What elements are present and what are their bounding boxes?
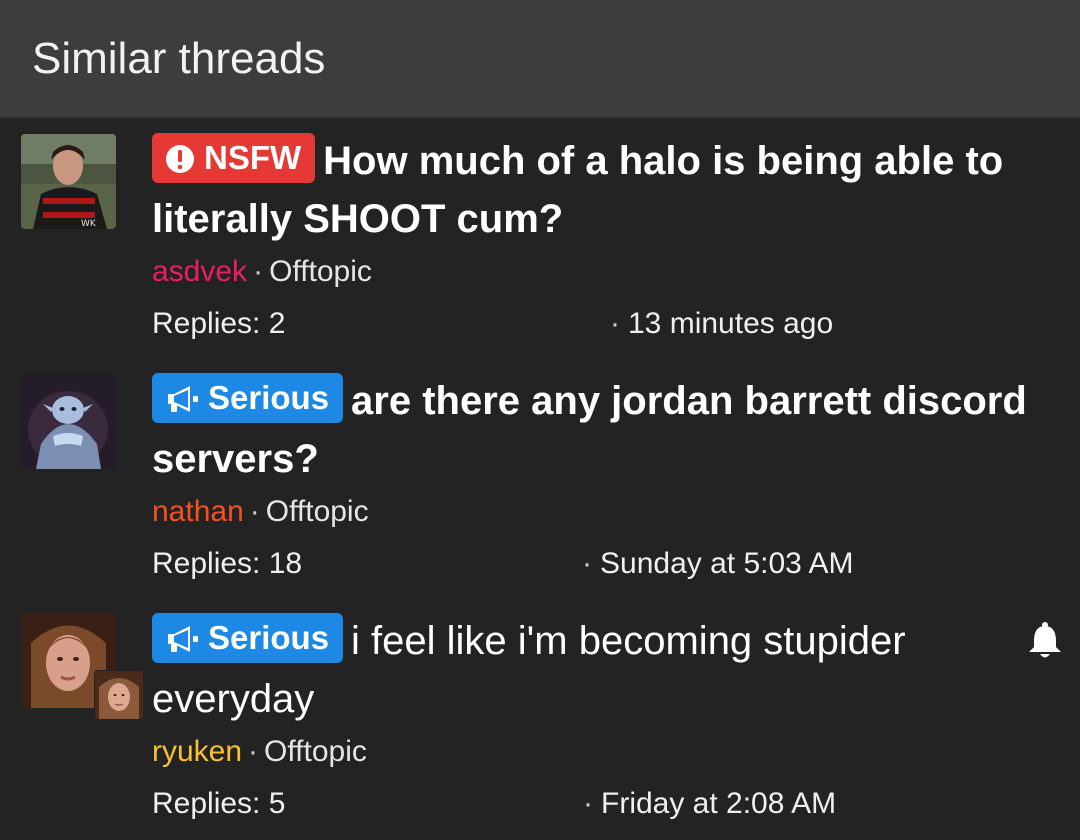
thread-date[interactable]: · Sunday at 5:03 AM bbox=[582, 545, 854, 583]
svg-text:WK: WK bbox=[81, 219, 97, 229]
user-avatar[interactable]: WK bbox=[21, 134, 116, 229]
serious-label: Serious bbox=[152, 373, 344, 423]
separator: · bbox=[610, 307, 620, 340]
thread-title-link[interactable]: NSFW How much of a halo is being able to … bbox=[152, 132, 1032, 248]
thread-forum[interactable]: Offtopic bbox=[266, 495, 369, 528]
thread-author[interactable]: asdvek bbox=[152, 255, 247, 288]
megaphone-icon bbox=[168, 386, 198, 412]
thread-forum[interactable]: Offtopic bbox=[269, 255, 372, 288]
thread-replies: Replies: 2 bbox=[152, 307, 286, 340]
megaphone-icon bbox=[168, 626, 198, 652]
serious-label: Serious bbox=[152, 613, 344, 663]
separator: · bbox=[249, 495, 260, 528]
user-avatar[interactable] bbox=[21, 374, 116, 469]
thread-replies: Replies: 5 bbox=[152, 787, 286, 820]
thread-title-link[interactable]: Serious i feel like i'm becoming stupider… bbox=[152, 612, 972, 728]
thread-date[interactable]: · Friday at 2:08 AM bbox=[583, 785, 836, 823]
date-text: Sunday at 5:03 AM bbox=[600, 547, 854, 580]
last-poster-avatar[interactable] bbox=[94, 670, 144, 720]
thread-meta: asdvek · Offtopic bbox=[152, 253, 372, 291]
thread-replies: Replies: 18 bbox=[152, 547, 303, 580]
alert-icon bbox=[166, 145, 194, 173]
thread-title-link[interactable]: Serious are there any jordan barrett disc… bbox=[152, 372, 1032, 488]
thread-meta: nathan · Offtopic bbox=[152, 493, 369, 531]
separator: · bbox=[253, 255, 264, 288]
separator: · bbox=[248, 735, 259, 768]
thread-forum[interactable]: Offtopic bbox=[264, 735, 367, 768]
date-text: Friday at 2:08 AM bbox=[601, 787, 837, 820]
label-text: Serious bbox=[208, 619, 330, 656]
bell-icon[interactable] bbox=[1026, 621, 1064, 661]
thread-meta: ryuken · Offtopic bbox=[152, 733, 367, 771]
similar-threads-header: Similar threads bbox=[0, 0, 1080, 119]
thread-author[interactable]: nathan bbox=[152, 495, 244, 528]
block-title: Similar threads bbox=[32, 34, 326, 83]
separator: · bbox=[583, 787, 593, 820]
date-text: 13 minutes ago bbox=[628, 307, 834, 340]
label-text: NSFW bbox=[204, 139, 302, 176]
thread-date[interactable]: · 13 minutes ago bbox=[610, 305, 833, 343]
thread-author[interactable]: ryuken bbox=[152, 735, 242, 768]
separator: · bbox=[582, 547, 592, 580]
nsfw-label: NSFW bbox=[152, 133, 316, 183]
label-text: Serious bbox=[208, 379, 330, 416]
